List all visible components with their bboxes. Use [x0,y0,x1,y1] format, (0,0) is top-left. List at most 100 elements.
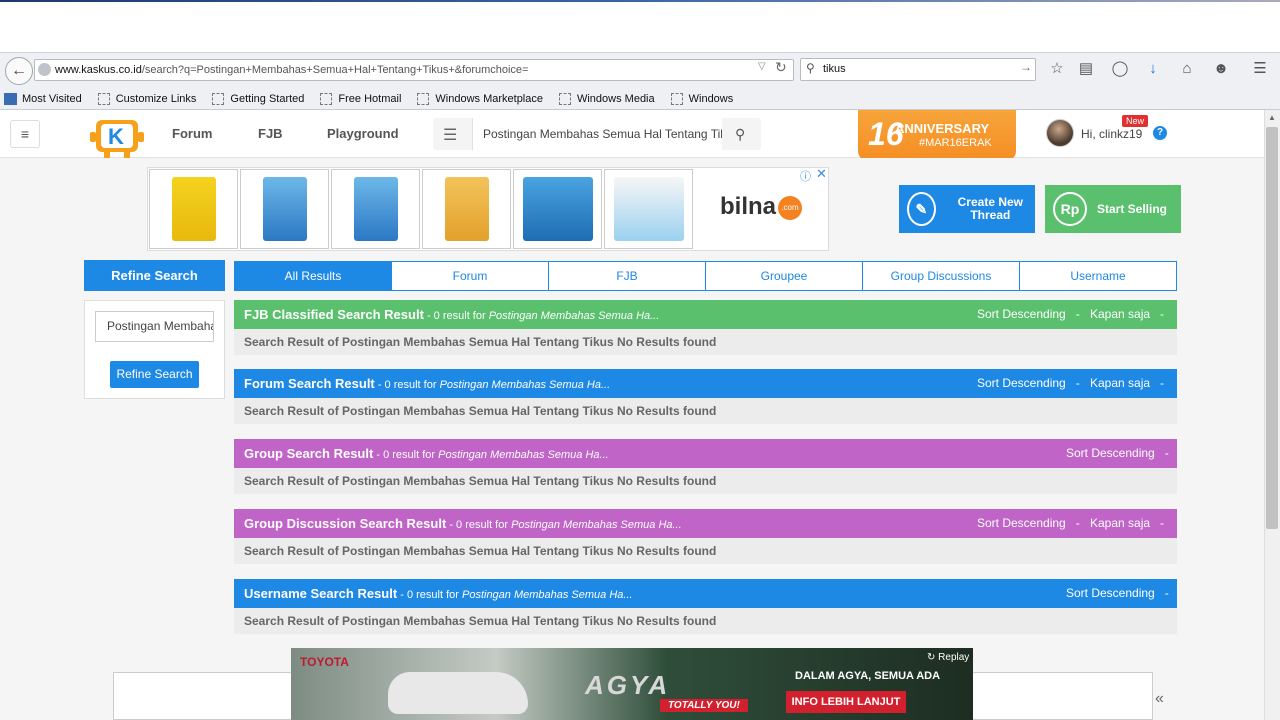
search-icon[interactable]: ⚲ [735,126,745,143]
time-dropdown[interactable]: Kapan saja - [1090,369,1164,398]
sort-dropdown[interactable]: Sort Descending - [977,509,1080,538]
globe-icon [38,63,51,76]
tab-forum[interactable]: Forum [391,262,548,290]
downloads-icon[interactable]: ↓ [1143,59,1163,79]
section-title: Forum Search Result [244,376,375,391]
side-menu-button[interactable]: ≡ [10,120,40,148]
group-discussion-result-body: Search Result of Postingan Membahas Semu… [234,538,1177,564]
bookmark-getting-started[interactable]: Getting Started [212,92,304,105]
nav-playground[interactable]: Playground [327,126,399,141]
bookmark-free-hotmail[interactable]: Free Hotmail [320,92,401,105]
section-count: - 0 result for [373,449,439,461]
diaper-pack-image [262,177,307,241]
mamypoko-pack-image [522,177,593,241]
search-category-menu-icon[interactable]: ☰ [443,125,457,145]
bookmark-star-icon[interactable]: ☆ [1047,59,1067,79]
sort-dropdown[interactable]: Sort Descending - [1066,579,1169,608]
page-icon [320,92,333,105]
bilna-logo[interactable]: bilna [720,193,776,221]
bookmark-label: Windows Media [576,92,655,105]
reading-list-icon[interactable]: ▤ [1076,59,1096,79]
section-query: Postingan Membahas Semua Ha... [488,310,660,322]
fjb-result-header: FJB Classified Search Result - 0 result … [234,300,1177,329]
time-dropdown[interactable]: Kapan saja - [1090,509,1164,538]
car-image [388,672,528,714]
diaper-pack-image [353,177,398,241]
ad-replay-button[interactable]: ↻ Replay [927,652,969,663]
ad-product-tile[interactable] [604,169,693,249]
tab-groupee[interactable]: Groupee [705,262,862,290]
ad-tagline: DALAM AGYA, SEMUA ADA [795,670,941,682]
ad-product-tile[interactable] [240,169,329,249]
pencil-icon: ✎ [907,192,936,226]
kaskus-logo[interactable]: K [90,114,144,158]
forum-result-body: Search Result of Postingan Membahas Semu… [234,398,1177,424]
scroll-up-icon[interactable]: ▲ [1264,110,1280,126]
section-title: Group Search Result [244,446,374,461]
collapse-icon[interactable]: « [1155,690,1164,708]
pocket-icon[interactable]: ◯ [1110,59,1130,79]
ad-product-tile[interactable] [513,169,602,249]
sort-label: Sort Descending [977,516,1066,530]
sort-dropdown[interactable]: Sort Descending - [977,369,1080,398]
ad-info-button[interactable]: INFO LEBIH LANJUT [786,691,906,713]
agya-logo: AGYA [585,670,671,700]
tab-all-results[interactable]: All Results [235,262,391,290]
bookmark-customize-links[interactable]: Customize Links [97,92,196,105]
reload-icon[interactable]: ↻ [775,59,787,76]
sort-dropdown[interactable]: Sort Descending - [977,300,1080,329]
ad-info-icon[interactable]: ⓘ [800,168,811,184]
start-selling-button[interactable]: Rp Start Selling [1045,185,1181,233]
replay-label: Replay [938,652,970,663]
help-icon[interactable]: ? [1153,126,1167,140]
anniversary-title: ANNIVERSARY [895,121,990,136]
bookmark-windows-marketplace[interactable]: Windows Marketplace [417,92,543,105]
page-icon [558,92,571,105]
tab-fjb[interactable]: FJB [548,262,705,290]
section-query: Postingan Membahas Semua Ha... [461,589,633,601]
refine-search-button[interactable]: Refine Search [110,361,199,388]
bookmark-label: Windows Marketplace [435,92,543,105]
bookmark-windows-media[interactable]: Windows Media [558,92,655,105]
bilna-logo-suffix: .com [778,196,802,220]
anniversary-hashtag: #MAR16ERAK [919,137,992,149]
title-area [0,2,1280,52]
refine-search-header[interactable]: Refine Search [84,260,225,291]
nav-forum[interactable]: Forum [172,126,212,141]
url-bar[interactable]: www.kaskus.co.id/search?q=Postingan+Memb… [34,59,794,81]
bookmark-windows[interactable]: Windows [670,92,733,105]
url-dropdown-icon[interactable]: ▽ [758,61,766,72]
ad-close-icon[interactable]: ✕ [816,166,827,182]
time-dropdown[interactable]: Kapan saja - [1090,300,1164,329]
bookmark-most-visited[interactable]: Most Visited [4,92,82,105]
time-label: Kapan saja [1090,307,1151,321]
ad-product-tile[interactable] [149,169,238,249]
svg-text:K: K [108,124,124,149]
ad-product-tile[interactable] [422,169,511,249]
avatar[interactable] [1046,119,1074,147]
ad-slogan: TOTALLY YOU! [660,699,748,712]
home-icon[interactable]: ⌂ [1177,59,1197,79]
ad-product-tile[interactable] [331,169,420,249]
header-search-input[interactable]: Postingan Membahas Semua Hal Tentang Tik [472,118,722,150]
scrollbar-thumb[interactable] [1266,127,1278,529]
user-greeting[interactable]: Hi, clinkz19 [1081,127,1142,141]
section-count: - 0 result for [374,379,440,391]
tab-group-discussions[interactable]: Group Discussions [862,262,1019,290]
back-button[interactable]: ← [5,57,33,85]
milk-box-image [171,177,216,241]
sort-dropdown[interactable]: Sort Descending - [1066,439,1169,468]
section-count: - 0 result for [423,310,489,322]
refine-search-input[interactable]: Postingan Membahas [95,311,214,342]
nav-fjb[interactable]: FJB [258,126,283,141]
bookmarks-bar: Most Visited Customize Links Getting Sta… [0,88,1280,110]
url-path: /search?q=Postingan+Membahas+Semua+Hal+T… [141,64,529,76]
browser-search-input[interactable]: tikus [800,58,1036,81]
create-thread-button[interactable]: ✎ Create New Thread [899,185,1035,233]
search-go-icon[interactable]: → [1020,60,1032,74]
chat-icon[interactable]: ☻ [1211,59,1231,79]
group-result-body: Search Result of Postingan Membahas Semu… [234,468,1177,494]
tab-username[interactable]: Username [1019,262,1176,290]
section-title: FJB Classified Search Result [244,307,424,322]
menu-icon[interactable]: ☰ [1250,59,1270,79]
